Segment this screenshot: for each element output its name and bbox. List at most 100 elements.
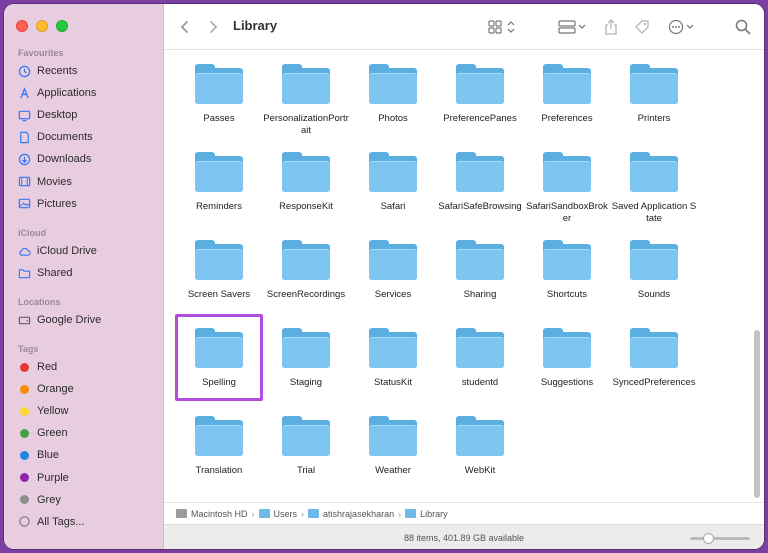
sidebar-item-icloud-drive[interactable]: iCloud Drive bbox=[18, 241, 158, 261]
sidebar-item-movies[interactable]: Movies bbox=[18, 172, 158, 192]
folder-label: Shortcuts bbox=[546, 289, 588, 300]
sidebar-item-label: Google Drive bbox=[37, 314, 102, 326]
folder-icon bbox=[543, 152, 591, 192]
sidebar-item-google-drive[interactable]: Google Drive bbox=[18, 310, 158, 330]
folder-icon bbox=[630, 152, 678, 192]
sidebar-item-pictures[interactable]: Pictures bbox=[18, 194, 158, 214]
group-button[interactable] bbox=[558, 18, 588, 36]
path-crumb[interactable]: Macintosh HD bbox=[176, 509, 248, 519]
folder-item[interactable]: Services bbox=[350, 240, 436, 301]
slider-knob[interactable] bbox=[702, 533, 714, 544]
shared-folder-icon bbox=[18, 267, 31, 280]
folder-item[interactable]: PersonalizationPortrait bbox=[263, 64, 349, 137]
sidebar-item-purple[interactable]: Purple bbox=[18, 468, 158, 488]
folder-item[interactable]: Safari bbox=[350, 152, 436, 213]
path-crumb[interactable]: Library bbox=[405, 509, 448, 519]
folder-item[interactable]: ScreenRecordings bbox=[263, 240, 349, 301]
folder-label: Preferences bbox=[541, 113, 593, 124]
folder-item[interactable]: Reminders bbox=[176, 152, 262, 213]
sidebar-item-desktop[interactable]: Desktop bbox=[18, 105, 158, 125]
sidebar-item-label: Orange bbox=[37, 383, 74, 396]
tag-icon bbox=[635, 20, 649, 34]
path-crumb-label: Library bbox=[420, 508, 448, 519]
folder-item[interactable]: studentd bbox=[437, 328, 523, 389]
folder-item[interactable]: Sounds bbox=[611, 240, 697, 301]
folder-icon bbox=[543, 240, 591, 280]
sidebar-item-green[interactable]: Green bbox=[18, 423, 158, 443]
action-menu-button[interactable] bbox=[668, 18, 696, 36]
folder-item[interactable]: Screen Savers bbox=[176, 240, 262, 301]
folder-item[interactable]: StatusKit bbox=[350, 328, 436, 389]
folder-item[interactable]: Staging bbox=[263, 328, 349, 389]
sidebar-item-documents[interactable]: Documents bbox=[18, 127, 158, 147]
folder-icon bbox=[282, 64, 330, 104]
folder-item[interactable]: Passes bbox=[176, 64, 262, 125]
zoom-button[interactable] bbox=[56, 20, 68, 32]
tag-color-dot-icon bbox=[18, 449, 31, 462]
sidebar-item-label: Blue bbox=[37, 449, 60, 462]
folder-item[interactable]: Photos bbox=[350, 64, 436, 125]
folder-label: SafariSafeBrowsing bbox=[438, 201, 522, 212]
path-crumb[interactable]: atishrajasekharan bbox=[308, 509, 394, 519]
folder-item[interactable]: Preferences bbox=[524, 64, 610, 125]
folder-item[interactable]: Trial bbox=[263, 416, 349, 477]
tag-color-dot-icon bbox=[18, 471, 31, 484]
path-crumb[interactable]: Users bbox=[258, 508, 298, 519]
sidebar-item-red[interactable]: Red bbox=[18, 357, 158, 377]
folder-label: Passes bbox=[203, 113, 235, 124]
main-pane: Library Passes PersonalizationPortrait P… bbox=[164, 4, 764, 549]
folder-item[interactable]: SafariSandboxBroker bbox=[524, 152, 610, 225]
search-button[interactable] bbox=[735, 18, 751, 36]
folder-item[interactable]: Weather bbox=[350, 416, 436, 477]
tag-button[interactable] bbox=[634, 18, 650, 36]
back-button[interactable] bbox=[180, 18, 190, 36]
sidebar-item-label: All Tags... bbox=[37, 515, 85, 528]
path-crumb-label: Users bbox=[273, 508, 298, 519]
search-icon bbox=[735, 19, 751, 35]
sidebar-item-recents[interactable]: Recents bbox=[18, 61, 158, 81]
sidebar-section-locations: Locations bbox=[18, 297, 61, 307]
icon-size-slider[interactable] bbox=[690, 533, 750, 544]
sidebar-item-applications[interactable]: Applications bbox=[18, 83, 158, 103]
folder-icon bbox=[405, 509, 417, 518]
sidebar-item-blue[interactable]: Blue bbox=[18, 445, 158, 465]
sidebar-item-downloads[interactable]: Downloads bbox=[18, 149, 158, 169]
folder-item[interactable]: ResponseKit bbox=[263, 152, 349, 213]
sidebar-item-all-tags[interactable]: All Tags... bbox=[18, 512, 158, 532]
folder-item[interactable]: Sharing bbox=[437, 240, 523, 301]
folder-item[interactable]: Saved Application State bbox=[611, 152, 697, 225]
sidebar-item-grey[interactable]: Grey bbox=[18, 490, 158, 510]
sidebar-item-label: Yellow bbox=[37, 405, 69, 418]
folder-icon bbox=[282, 152, 330, 192]
folder-label: studentd bbox=[461, 377, 499, 388]
folder-icon bbox=[282, 240, 330, 280]
folder-label: ResponseKit bbox=[279, 201, 333, 212]
folder-icon bbox=[369, 416, 417, 456]
folder-item[interactable]: Translation bbox=[176, 416, 262, 477]
finder-window: Favourites Recents Applications Desktop Docu… bbox=[4, 4, 764, 549]
view-mode-button[interactable] bbox=[488, 18, 518, 36]
folder-icon bbox=[543, 328, 591, 368]
vertical-scrollbar[interactable] bbox=[754, 330, 760, 498]
folder-item[interactable]: SafariSafeBrowsing bbox=[437, 152, 523, 213]
sidebar-item-orange[interactable]: Orange bbox=[18, 379, 158, 399]
folder-item[interactable]: WebKit bbox=[437, 416, 523, 477]
folder-item[interactable]: SyncedPreferences bbox=[611, 328, 697, 389]
minimize-button[interactable] bbox=[36, 20, 48, 32]
folder-icon bbox=[369, 64, 417, 104]
sidebar-section-favourites: Favourites bbox=[18, 48, 64, 58]
status-bar: 88 items, 401.89 GB available bbox=[164, 524, 764, 549]
folder-item[interactable]: Shortcuts bbox=[524, 240, 610, 301]
cloud-icon bbox=[18, 245, 31, 258]
folder-label: Translation bbox=[195, 465, 243, 476]
sidebar-item-shared[interactable]: Shared bbox=[18, 263, 158, 283]
folder-item[interactable]: Suggestions bbox=[524, 328, 610, 389]
close-button[interactable] bbox=[16, 20, 28, 32]
folder-item[interactable]: Printers bbox=[611, 64, 697, 125]
folder-item[interactable]: PreferencePanes bbox=[437, 64, 523, 125]
desktop-icon bbox=[18, 109, 31, 122]
sidebar-section-icloud: iCloud bbox=[18, 228, 46, 238]
share-button[interactable] bbox=[604, 18, 618, 36]
sidebar-item-yellow[interactable]: Yellow bbox=[18, 401, 158, 421]
forward-button[interactable] bbox=[208, 18, 218, 36]
